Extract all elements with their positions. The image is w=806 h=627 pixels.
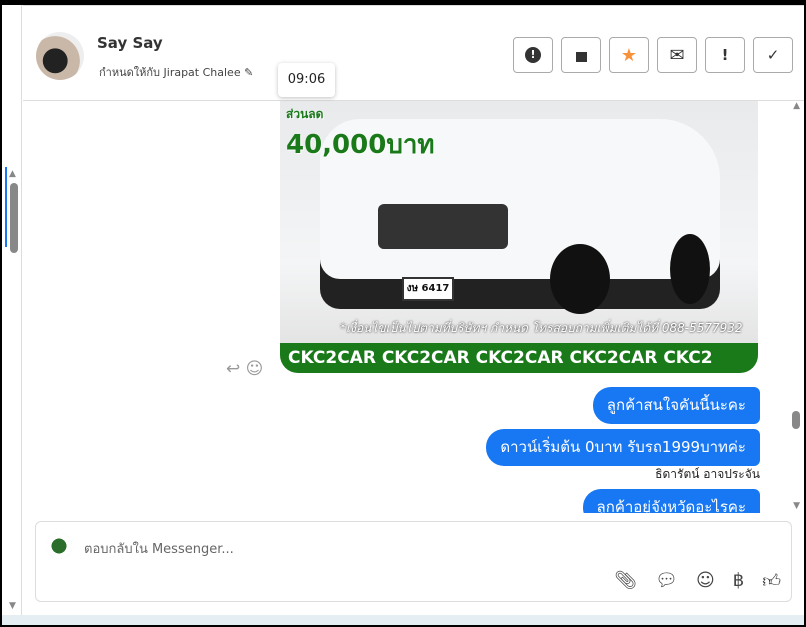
message-bubble: ดาวน์เริ่มต้น 0บาท รับรถ1999บาทค่ะ <box>486 429 760 466</box>
spam-button[interactable]: ! <box>513 37 553 73</box>
scroll-down-arrow[interactable]: ▼ <box>9 601 16 611</box>
scroll-up-arrow[interactable]: ▲ <box>9 169 16 179</box>
license-plate: งษ 6417 <box>402 277 454 301</box>
alert-circle-icon: ! <box>525 47 541 63</box>
wheel <box>550 244 610 314</box>
car-grille <box>378 204 508 249</box>
sender-name: ธิดารัตน์ อาจประจัน <box>655 467 760 481</box>
thumbs-up-icon[interactable]: 👍︎ <box>762 570 781 592</box>
contact-name: Say Say <box>97 34 163 52</box>
reply-composer[interactable]: ตอบกลับใน Messenger... 📎︎ 💬︎ ☺ ฿ 👍︎ <box>35 521 792 602</box>
pencil-icon[interactable]: ✎ <box>244 66 253 79</box>
conditions-text: *เงื่อนไขเป็นไปตามที่บริษัทฯ กำหนด โทรสอ… <box>340 321 743 335</box>
promo-amount: 40,000บาท <box>286 130 435 160</box>
chat-scrollbar-thumb[interactable] <box>792 411 800 429</box>
follow-up-button[interactable]: ! <box>705 37 745 73</box>
assigned-to[interactable]: กำหนดให้กับ Jirapat Chalee ✎ <box>99 63 253 81</box>
promo-top: ส่วนลด <box>286 107 324 121</box>
paperclip-icon[interactable]: 📎︎ <box>614 570 637 592</box>
done-button[interactable]: ✓ <box>753 37 793 73</box>
bottom-strip <box>2 615 804 625</box>
page-avatar <box>46 533 72 559</box>
left-panel: ▲ ▼ <box>2 5 22 625</box>
active-indicator <box>5 167 7 247</box>
star-button[interactable]: ★ <box>609 37 649 73</box>
message-bubble: ลูกค้าอยู่จังหวัดอะไรคะ <box>582 489 760 513</box>
timestamp-tooltip: 09:06 <box>278 63 335 97</box>
reply-input[interactable]: ตอบกลับใน Messenger... <box>84 538 234 559</box>
message-actions: ↩ ☺ <box>226 359 263 379</box>
exclamation-icon: ! <box>721 46 729 64</box>
promo-text: ส่วนลด 40,000บาท <box>286 105 435 165</box>
star-icon: ★ <box>620 44 638 66</box>
assigned-label: กำหนดให้กับ Jirapat Chalee <box>99 66 241 79</box>
conversation-window: ▲ ▼ Say Say กำหนดให้กับ Jirapat Chalee ✎… <box>2 5 804 625</box>
trash-icon <box>575 48 587 62</box>
car-ad-image[interactable]: งษ 6417 ส่วนลด 40,000บาท *เงื่อนไขเป็นไปต… <box>280 101 758 373</box>
emoji-react-icon[interactable]: ☺ <box>246 359 264 379</box>
envelope-icon: ✉ <box>669 44 685 66</box>
check-icon: ✓ <box>766 46 780 64</box>
wheel <box>670 234 710 304</box>
message-icon[interactable]: 💬︎ <box>655 570 678 592</box>
left-scrollbar-thumb[interactable] <box>10 183 18 253</box>
message-list: งษ 6417 ส่วนลด 40,000บาท *เงื่อนไขเป็นไปต… <box>23 101 804 513</box>
brand-band: CKC2CAR CKC2CAR CKC2CAR CKC2CAR CKC2 <box>280 343 758 373</box>
delete-button[interactable] <box>561 37 601 73</box>
chat-scroll-up[interactable]: ▲ <box>793 101 800 111</box>
reply-icon[interactable]: ↩ <box>226 359 240 379</box>
avatar <box>36 32 84 80</box>
chat-scroll-down[interactable]: ▼ <box>793 501 800 511</box>
mark-unread-button[interactable]: ✉ <box>657 37 697 73</box>
smile-icon[interactable]: ☺ <box>696 570 715 592</box>
conversation-header: Say Say กำหนดให้กับ Jirapat Chalee ✎ ! ★… <box>23 5 804 101</box>
message-bubble: ลูกค้าสนใจคันนี้นะคะ <box>592 387 760 424</box>
baht-icon[interactable]: ฿ <box>733 570 744 592</box>
